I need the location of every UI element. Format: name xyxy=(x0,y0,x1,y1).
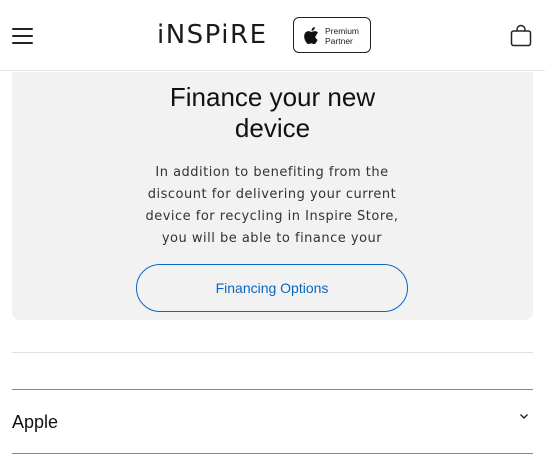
menu-icon[interactable] xyxy=(12,25,34,45)
chevron-down-icon xyxy=(520,414,528,419)
finance-description-line: device for recycling in Inspire Store, xyxy=(145,209,399,224)
divider xyxy=(12,352,533,353)
divider xyxy=(12,453,533,454)
badge-text-premium: Premium xyxy=(325,26,360,36)
site-header: iNSPiRE Premium Partner xyxy=(0,0,545,71)
apple-premium-partner-badge: Premium Partner xyxy=(293,17,371,53)
badge-text-partner: Partner xyxy=(325,36,353,46)
finance-title-line-1: Finance your new xyxy=(169,82,376,112)
accordion-apple-label: Apple xyxy=(12,412,59,432)
financing-options-button[interactable]: Financing Options xyxy=(136,264,408,312)
apple-logo-icon xyxy=(304,27,319,45)
finance-description-line: discount for delivering your current xyxy=(147,187,397,202)
finance-title-line-2: device xyxy=(234,113,311,143)
finance-title: Finance your new device xyxy=(12,82,533,144)
brand-logo[interactable]: iNSPiRE xyxy=(157,19,268,51)
finance-description: In addition to benefiting from the disco… xyxy=(137,162,407,250)
accordion-apple[interactable]: Apple xyxy=(12,390,533,453)
shopping-bag-icon[interactable] xyxy=(510,24,532,47)
finance-description-line: In addition to benefiting from the xyxy=(155,165,389,180)
finance-card: Finance your new device In addition to b… xyxy=(12,72,533,320)
finance-description-line: you will be able to finance your xyxy=(161,231,383,246)
